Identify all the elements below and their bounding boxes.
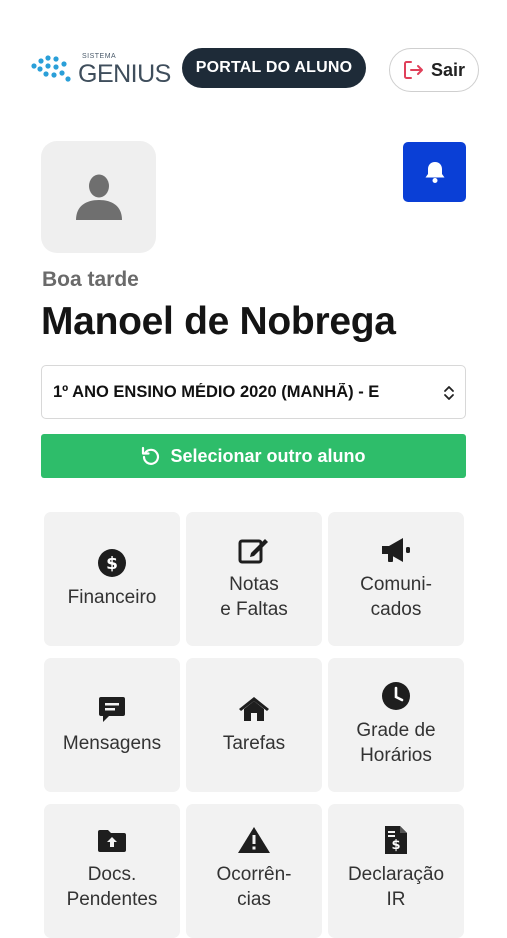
svg-text:$: $ bbox=[391, 838, 400, 853]
menu-tile-grade-horarios[interactable]: Grade de Horários bbox=[328, 658, 464, 792]
menu-tile-notas-faltas[interactable]: Notas e Faltas bbox=[186, 512, 322, 646]
student-name: Manoel de Nobrega bbox=[41, 300, 396, 343]
switch-student-label: Selecionar outro aluno bbox=[170, 445, 366, 466]
menu-tile-label: Mensagens bbox=[62, 732, 162, 754]
menu-tile-label: Declaração IR bbox=[347, 864, 445, 910]
menu-tile-docs-pendentes[interactable]: Docs. Pendentes bbox=[44, 804, 180, 938]
menu-tile-ocorrencias[interactable]: Ocorrên- cias bbox=[186, 804, 322, 938]
avatar[interactable] bbox=[41, 141, 156, 253]
menu-tile-declaracao-ir[interactable]: $ Declaração IR bbox=[328, 804, 464, 938]
menu-tile-label: Notas e Faltas bbox=[220, 574, 288, 620]
menu-tile-label: Comuni- cados bbox=[360, 574, 432, 620]
home-icon bbox=[239, 696, 269, 721]
menu-tile-label: Ocorrên- cias bbox=[216, 864, 292, 910]
genius-logo: SISTEMA GENIUS bbox=[30, 50, 171, 90]
logo-small-text: SISTEMA bbox=[82, 53, 117, 60]
edit-icon bbox=[238, 539, 268, 564]
switch-student-button[interactable]: Selecionar outro aluno bbox=[41, 434, 466, 478]
user-icon bbox=[75, 174, 122, 220]
folder-upload-icon bbox=[98, 830, 126, 852]
logout-button[interactable]: Sair bbox=[389, 48, 479, 92]
menu-tile-label: Grade de Horários bbox=[356, 720, 436, 766]
menu-tile-mensagens[interactable]: Mensagens bbox=[44, 658, 180, 792]
logo-text: GENIUS bbox=[78, 60, 171, 88]
logout-label: Sair bbox=[430, 59, 466, 80]
menu-tile-financeiro[interactable]: $ Financeiro bbox=[44, 512, 180, 646]
app-header: SISTEMA GENIUS PORTAL DO ALUNO Sair bbox=[0, 0, 507, 140]
megaphone-icon bbox=[382, 538, 410, 562]
menu-tile-comunicados[interactable]: Comuni- cados bbox=[328, 512, 464, 646]
greeting-text: Boa tarde bbox=[42, 268, 139, 291]
menu-tile-label: Docs. Pendentes bbox=[66, 864, 158, 910]
menu-tile-label: Financeiro bbox=[67, 586, 157, 608]
portal-badge: PORTAL DO ALUNO bbox=[182, 48, 366, 88]
select-arrows-icon bbox=[444, 386, 454, 400]
invoice-icon: $ bbox=[385, 826, 407, 854]
warning-icon bbox=[238, 827, 270, 853]
clock-icon bbox=[382, 682, 410, 710]
class-select[interactable]: 1º ANO ENSINO MÉDIO 2020 (MANHÃ) - E bbox=[41, 365, 466, 419]
message-icon bbox=[99, 696, 125, 722]
menu-tile-tarefas[interactable]: Tarefas bbox=[186, 658, 322, 792]
sign-out-icon bbox=[403, 61, 423, 79]
class-select-value: 1º ANO ENSINO MÉDIO 2020 (MANHÃ) - E bbox=[53, 382, 380, 401]
dollar-icon: $ bbox=[98, 548, 126, 577]
undo-icon bbox=[142, 446, 160, 465]
svg-text:$: $ bbox=[106, 554, 118, 574]
notifications-button[interactable] bbox=[403, 142, 466, 202]
logo-dots-icon bbox=[31, 55, 71, 82]
menu-tile-label: Tarefas bbox=[222, 732, 286, 754]
bell-icon bbox=[425, 162, 444, 183]
